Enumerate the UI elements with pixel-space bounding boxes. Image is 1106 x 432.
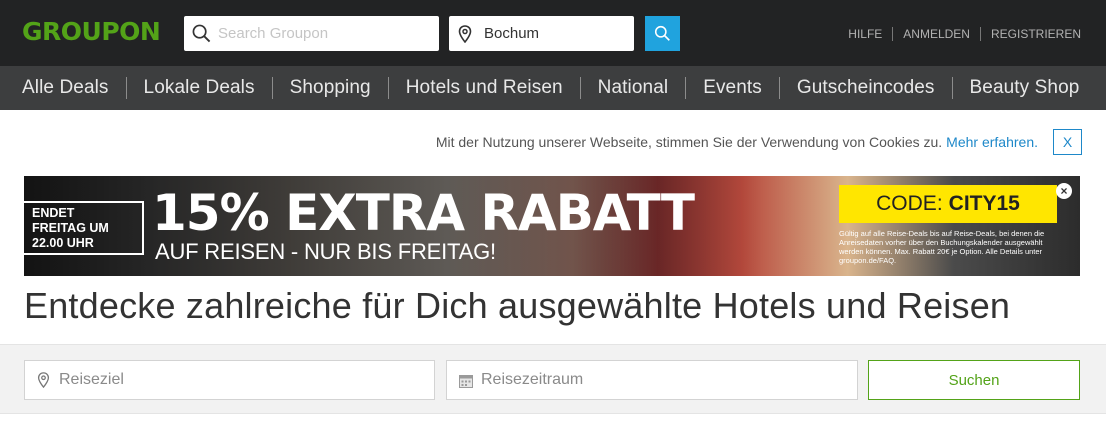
search-icon xyxy=(192,24,211,43)
banner-coupon-code: CODE: CITY15 xyxy=(839,185,1057,223)
nav-item-gutscheincodes[interactable]: Gutscheincodes xyxy=(797,77,935,99)
register-link[interactable]: Registrieren xyxy=(991,27,1081,41)
cookie-notice: Mit der Nutzung unserer Webseite, stimme… xyxy=(436,128,1082,156)
banner-ends-line: ENDET xyxy=(32,205,75,220)
search-icon xyxy=(654,25,670,41)
banner-ends-label: ENDET FREITAG UM 22.00 UHR xyxy=(24,201,144,255)
search-box[interactable] xyxy=(184,16,439,51)
login-link[interactable]: Anmelden xyxy=(903,27,970,41)
travel-search-bar: Suchen xyxy=(0,344,1106,414)
divider xyxy=(271,77,273,99)
location-box[interactable] xyxy=(449,16,634,51)
location-input[interactable] xyxy=(484,16,629,51)
nav-item-shopping[interactable]: Shopping xyxy=(290,77,371,99)
coupon-code-label: CODE: xyxy=(876,192,943,215)
coupon-code-value: CITY15 xyxy=(948,192,1020,215)
divider xyxy=(685,77,687,99)
nav-item-beauty-shop[interactable]: Beauty Shop xyxy=(970,77,1080,99)
divider xyxy=(892,27,894,41)
banner-close-icon[interactable]: × xyxy=(1056,183,1072,199)
divider xyxy=(778,77,780,99)
promo-banner[interactable]: ENDET FREITAG UM 22.00 UHR 15% EXTRA RAB… xyxy=(24,176,1080,276)
banner-subline: AUF REISEN - NUR BIS FREITAG! xyxy=(155,239,496,264)
nav-item-events[interactable]: Events xyxy=(703,77,762,99)
travel-period-field[interactable] xyxy=(446,360,858,400)
calendar-icon xyxy=(459,375,473,388)
nav-item-national[interactable]: National xyxy=(598,77,669,99)
banner-fine-print: Gültig auf alle Reise-Deals bis auf Reis… xyxy=(839,229,1045,265)
nav-item-lokale-deals[interactable]: Lokale Deals xyxy=(144,77,255,99)
travel-period-input[interactable] xyxy=(481,361,851,399)
divider xyxy=(951,77,953,99)
map-pin-icon xyxy=(37,372,50,388)
cookie-close-button[interactable]: X xyxy=(1053,129,1082,155)
destination-input[interactable] xyxy=(59,361,429,399)
category-nav: Alle Deals Lokale Deals Shopping Hotels … xyxy=(0,66,1106,110)
search-travel-button[interactable]: Suchen xyxy=(868,360,1080,400)
page-title: Entdecke zahlreiche für Dich ausgewählte… xyxy=(24,285,1011,326)
help-link[interactable]: Hilfe xyxy=(848,27,882,41)
banner-headline: 15% EXTRA RABATT xyxy=(152,184,695,242)
banner-ends-line: 22.00 UHR xyxy=(32,235,94,250)
account-links: Hilfe Anmelden Registrieren xyxy=(848,27,1081,41)
map-pin-icon xyxy=(458,25,472,43)
groupon-logo[interactable]: GROUPON xyxy=(22,16,161,48)
nav-item-hotels-und-reisen[interactable]: Hotels und Reisen xyxy=(406,77,563,99)
banner-ends-line: FREITAG UM xyxy=(32,220,109,235)
divider xyxy=(125,77,127,99)
divider xyxy=(579,77,581,99)
cookie-more-link[interactable]: Mehr erfahren. xyxy=(946,134,1038,150)
search-button[interactable] xyxy=(645,16,680,51)
search-input[interactable] xyxy=(218,16,433,51)
cookie-text: Mit der Nutzung unserer Webseite, stimme… xyxy=(435,134,943,150)
nav-item-alle-deals[interactable]: Alle Deals xyxy=(22,77,109,99)
divider xyxy=(979,27,981,41)
destination-field[interactable] xyxy=(24,360,435,400)
divider xyxy=(387,77,389,99)
top-header: GROUPON Hilfe Anmelden Registrieren xyxy=(0,0,1106,66)
